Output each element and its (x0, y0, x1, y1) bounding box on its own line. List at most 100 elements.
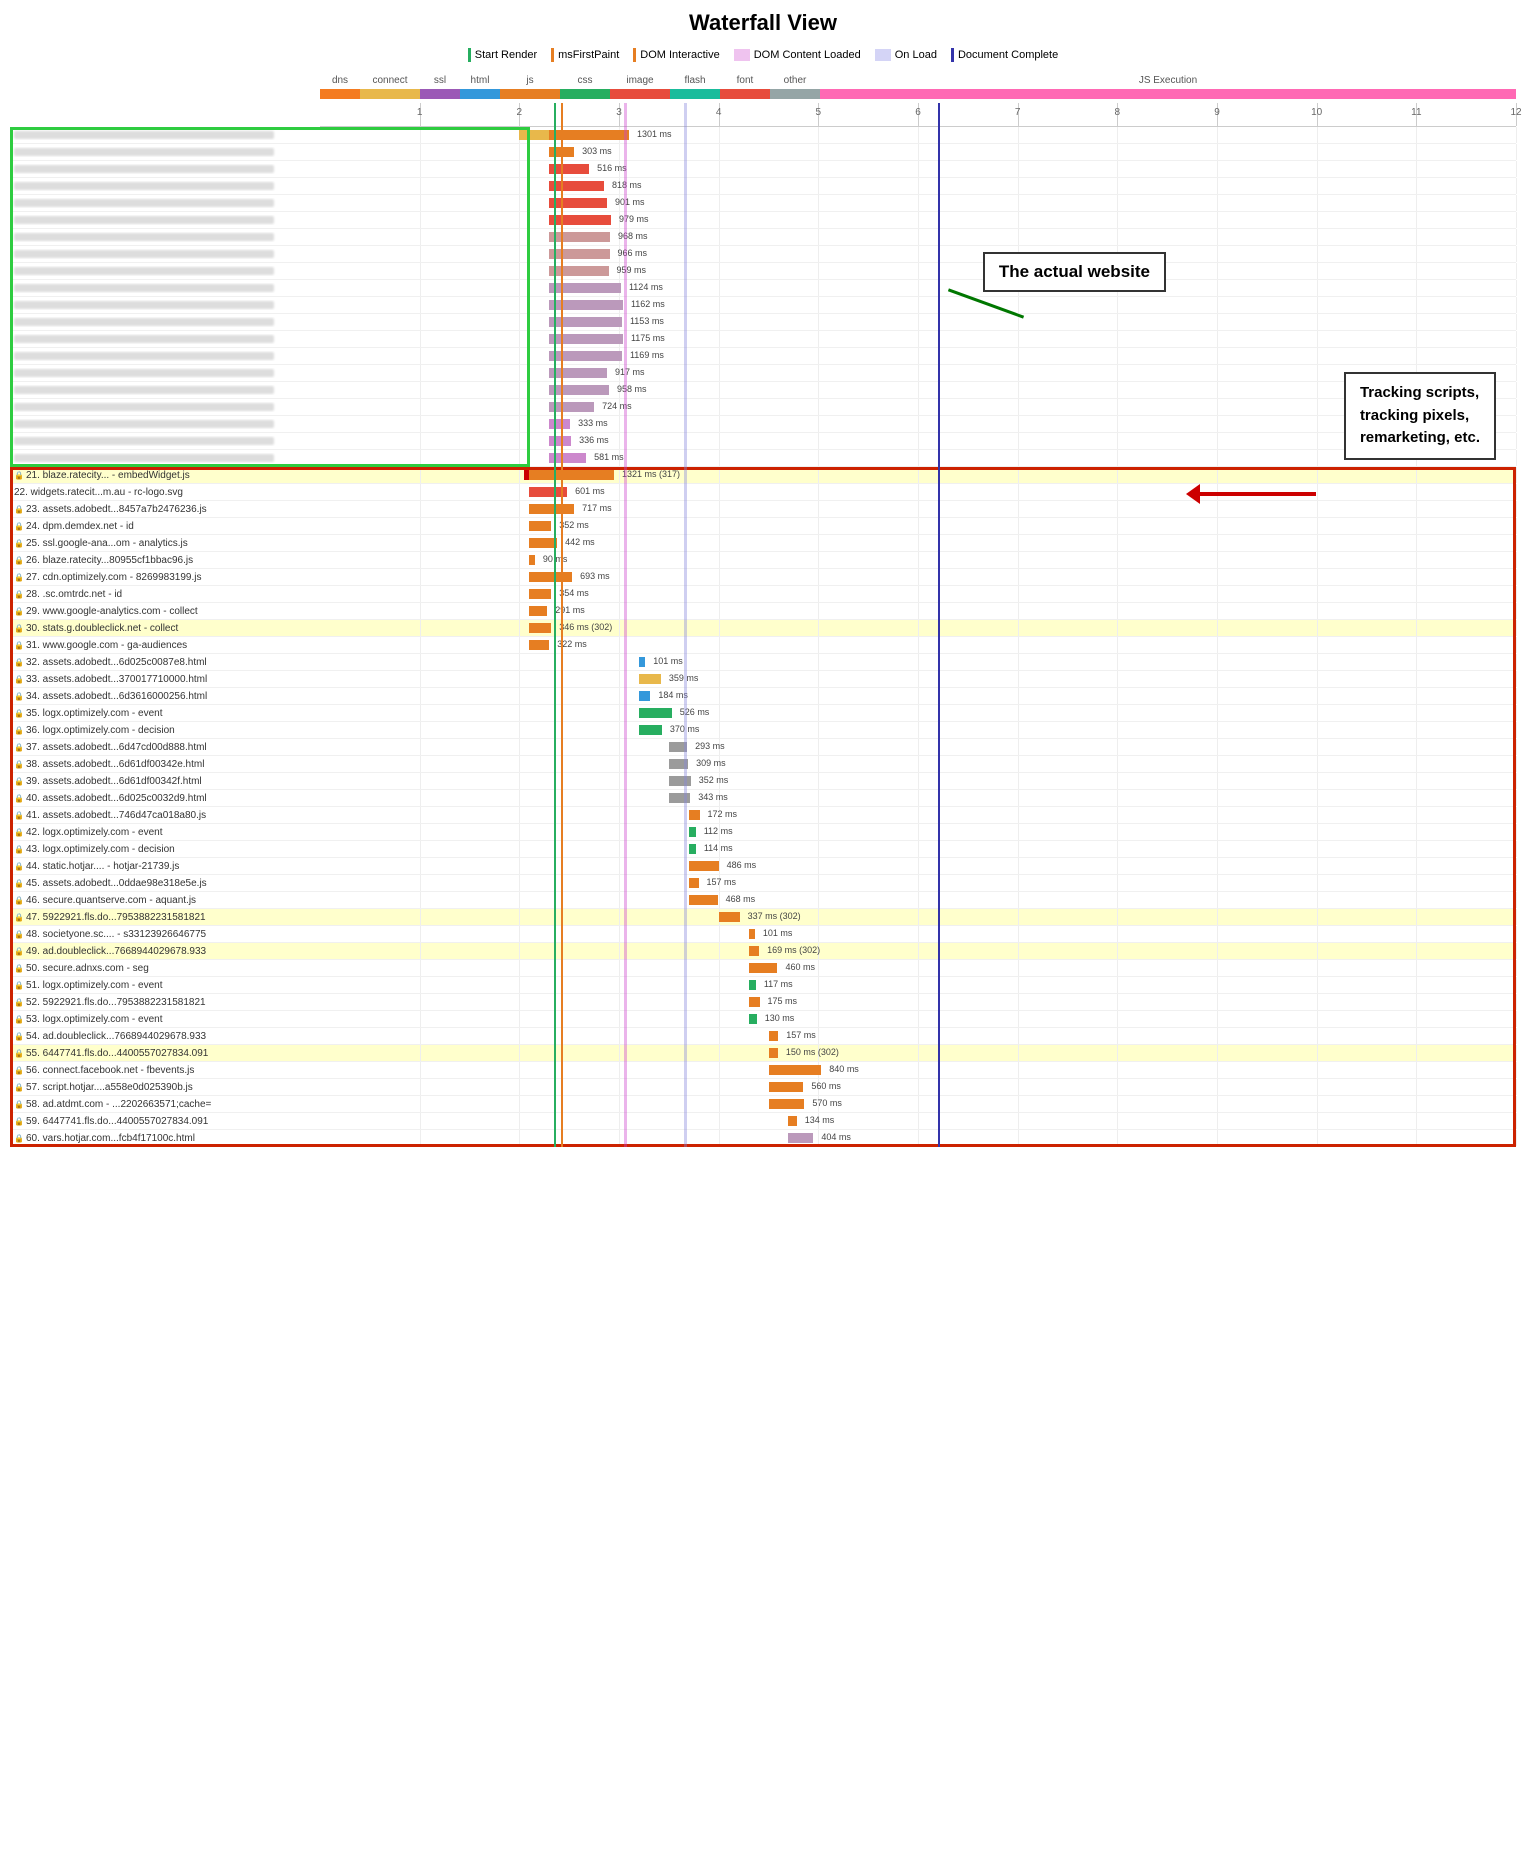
bar-label: 468 ms (724, 894, 756, 904)
lock-icon: 🔒 (14, 471, 24, 480)
grid-line (519, 365, 520, 381)
bar-segment (788, 1116, 796, 1126)
grid-line (519, 501, 520, 517)
grid-line (818, 926, 819, 942)
timeline-cell: 818 ms (320, 178, 1516, 194)
grid-line (1117, 722, 1118, 738)
grid-line (1516, 365, 1517, 381)
grid-line (1217, 909, 1218, 925)
grid-line (1117, 314, 1118, 330)
grid-line (619, 739, 620, 755)
timeline-cell: 581 ms (320, 450, 1516, 466)
grid-line (1018, 977, 1019, 993)
col-dns: dns (320, 72, 360, 89)
grid-line (1516, 926, 1517, 942)
table-row: 1169 ms (10, 348, 1516, 365)
bar-segment (549, 130, 629, 140)
grid-line (1117, 620, 1118, 636)
lock-icon: 🔒 (14, 675, 24, 684)
url-blurred (14, 369, 274, 377)
bar-segment (749, 997, 760, 1007)
grid-line (818, 433, 819, 449)
grid-line (420, 807, 421, 823)
table-row: 1153 ms (10, 314, 1516, 331)
grid-line (1317, 671, 1318, 687)
lock-icon: 🔒 (14, 607, 24, 616)
bar-segment (549, 283, 621, 293)
grid-line (719, 382, 720, 398)
grid-line (420, 229, 421, 245)
grid-line (1018, 212, 1019, 228)
url-text: 58. ad.atdmt.com - ...2202663571;cache= (26, 1099, 211, 1110)
grid-line (818, 161, 819, 177)
grid-line (1516, 552, 1517, 568)
timeline-header: 123456789101112 (10, 103, 1516, 127)
grid-line (1217, 246, 1218, 262)
table-row: 🔒31. www.google.com - ga-audiences322 ms (10, 637, 1516, 654)
table-row: 🔒45. assets.adobedt...0ddae98e318e5e.js1… (10, 875, 1516, 892)
bar-label: 291 ms (553, 605, 585, 615)
grid-line (918, 1045, 919, 1061)
grid-line (1117, 297, 1118, 313)
grid-line (918, 637, 919, 653)
url-cell (10, 351, 320, 361)
grid-line (519, 450, 520, 466)
bar-segment (788, 1133, 813, 1143)
bar-label: 346 ms (302) (557, 622, 612, 632)
grid-line (918, 161, 919, 177)
lock-icon: 🔒 (14, 947, 24, 956)
grid-line (519, 773, 520, 789)
grid-line (1217, 858, 1218, 874)
grid-line (1117, 841, 1118, 857)
grid-line (1018, 365, 1019, 381)
grid-line (918, 756, 919, 772)
url-cell: 🔒37. assets.adobedt...6d47cd00d888.html (10, 741, 320, 754)
table-row: 🔒23. assets.adobedt...8457a7b2476236.js7… (10, 501, 1516, 518)
grid-line (1317, 416, 1318, 432)
table-row: 🔒43. logx.optimizely.com - decision114 m… (10, 841, 1516, 858)
grid-line (818, 824, 819, 840)
bar-segment (549, 317, 622, 327)
grid-line (1416, 739, 1417, 755)
grid-line (818, 416, 819, 432)
bar-segment (549, 334, 623, 344)
grid-line (918, 552, 919, 568)
table-row: 🔒40. assets.adobedt...6d025c0032d9.html3… (10, 790, 1516, 807)
grid-line (1317, 1062, 1318, 1078)
grid-line (619, 552, 620, 568)
grid-line (619, 824, 620, 840)
url-blurred (14, 267, 274, 275)
grid-line (1317, 841, 1318, 857)
grid-line (1516, 875, 1517, 891)
grid-line (918, 603, 919, 619)
grid-line (1516, 348, 1517, 364)
url-text: 37. assets.adobedt...6d47cd00d888.html (26, 742, 207, 753)
grid-line (818, 484, 819, 500)
grid-line (1117, 484, 1118, 500)
url-cell: 🔒24. dpm.demdex.net - id (10, 520, 320, 533)
strip-image (610, 89, 670, 99)
grid-line (1018, 433, 1019, 449)
grid-line (619, 1062, 620, 1078)
timeline-cell: 370 ms (320, 722, 1516, 738)
timeline-cell: 90 ms (320, 552, 1516, 568)
url-blurred (14, 233, 274, 241)
grid-line (1217, 280, 1218, 296)
grid-line (1516, 739, 1517, 755)
url-cell: 🔒52. 5922921.fls.do...7953882231581821 (10, 996, 320, 1009)
url-blurred (14, 386, 274, 394)
grid-line (519, 569, 520, 585)
url-cell (10, 317, 320, 327)
grid-line (420, 875, 421, 891)
grid-line (1117, 416, 1118, 432)
grid-line (1117, 671, 1118, 687)
grid-line (420, 637, 421, 653)
timeline-cell: 169 ms (302) (320, 943, 1516, 959)
grid-line (818, 280, 819, 296)
bar-segment (639, 674, 661, 684)
bar-label: 343 ms (696, 792, 728, 802)
url-text: 57. script.hotjar....a558e0d025390b.js (26, 1082, 193, 1093)
grid-line (1117, 875, 1118, 891)
grid-line (1117, 501, 1118, 517)
grid-line (818, 467, 819, 483)
